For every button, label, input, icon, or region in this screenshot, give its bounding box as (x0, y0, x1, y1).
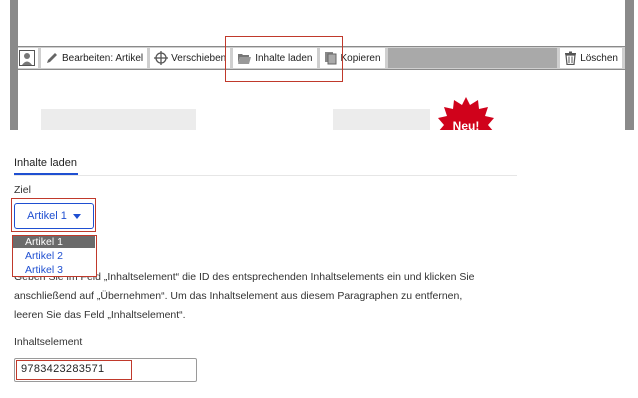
preview-frame-left (10, 0, 18, 130)
move-button[interactable]: Verschieben (150, 48, 231, 68)
edit-toolbar: Bearbeiten: Artikel Verschieben Inhalte … (18, 46, 625, 70)
crosshair-icon (154, 51, 169, 65)
edit-article-button[interactable]: Bearbeiten: Artikel (41, 48, 148, 68)
dropdown-option-artikel-1[interactable]: Artikel 1 (13, 236, 95, 248)
load-content-button[interactable]: Inhalte laden (233, 48, 317, 68)
edit-article-label: Bearbeiten: Artikel (62, 52, 144, 64)
user-icon (18, 50, 35, 66)
delete-label: Löschen (580, 52, 618, 64)
pencil-icon (47, 53, 57, 63)
copy-button[interactable]: Kopieren (319, 48, 385, 68)
preview-frame-right (625, 0, 634, 130)
load-content-label: Inhalte laden (255, 52, 313, 64)
new-badge: Neu! (430, 95, 502, 130)
preview-frame-top (18, 0, 625, 38)
target-select[interactable]: Artikel 1 (14, 203, 94, 229)
content-element-value: 9783423283571 (21, 363, 105, 375)
tab-load-content[interactable]: Inhalte laden (14, 157, 77, 169)
chevron-down-icon (72, 213, 81, 219)
description-line: leeren Sie das Feld „Inhaltselement“. (14, 309, 186, 321)
tab-load-content-label: Inhalte laden (14, 157, 77, 169)
folder-open-icon (238, 53, 252, 64)
user-button[interactable] (18, 48, 38, 68)
toolbar-spacer (387, 48, 558, 68)
target-select-value: Artikel 1 (27, 210, 67, 222)
new-badge-label: Neu! (453, 119, 480, 130)
trash-icon (565, 51, 577, 65)
dropdown-option-artikel-2[interactable]: Artikel 2 (13, 250, 95, 262)
delete-button[interactable]: Löschen (560, 48, 622, 68)
dropdown-option-artikel-3[interactable]: Artikel 3 (13, 264, 95, 276)
copy-label: Kopieren (340, 52, 381, 64)
move-label: Verschieben (171, 52, 227, 64)
content-element-label: Inhaltselement (14, 336, 83, 348)
copy-icon (324, 52, 336, 65)
content-placeholder (333, 109, 430, 130)
tabs-divider (14, 175, 517, 176)
content-placeholder (41, 109, 196, 130)
description-line: anschließend auf „Übernehmen“. Um das In… (14, 290, 463, 302)
target-label: Ziel (14, 184, 31, 196)
